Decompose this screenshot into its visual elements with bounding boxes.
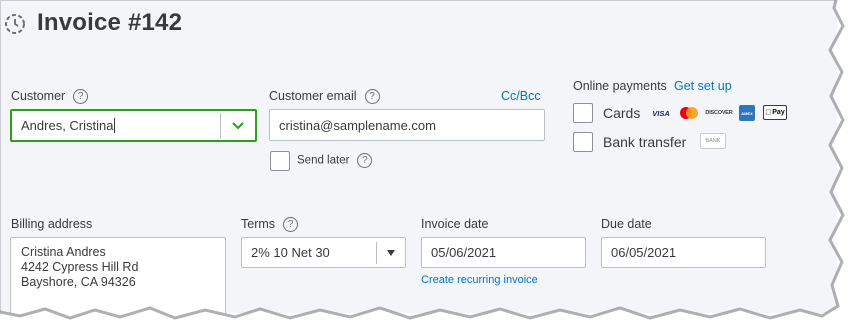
caret-down-icon[interactable] <box>386 249 396 257</box>
invoice-date-input[interactable]: 05/06/2021 <box>421 237 586 268</box>
terms-select[interactable]: 2% 10 Net 30 <box>241 237 406 268</box>
bank-transfer-checkbox[interactable] <box>573 132 593 152</box>
recent-transactions-icon[interactable] <box>3 10 27 38</box>
due-date-label: Due date <box>601 217 652 231</box>
billing-address-line1: Cristina Andres <box>21 245 106 259</box>
invoice-date-value: 05/06/2021 <box>431 245 497 260</box>
cards-checkbox[interactable] <box>573 103 593 123</box>
page-title: Invoice #142 <box>37 9 183 36</box>
customer-help-icon[interactable]: ? <box>73 89 89 105</box>
visa-icon: VISA <box>652 108 670 118</box>
customer-select[interactable]: Andres, Cristina <box>10 109 257 142</box>
billing-address-textarea[interactable]: Cristina Andres 4242 Cypress Hill Rd Bay… <box>10 237 226 313</box>
terms-help-icon[interactable]: ? <box>283 217 299 233</box>
send-later-label: Send later <box>297 154 350 167</box>
invoice-header-panel: Invoice #142 Customer? Andres, Cristina … <box>0 0 837 313</box>
discover-icon: DISCOVER <box>705 110 733 116</box>
chevron-down-icon[interactable] <box>231 120 245 132</box>
billing-address-line2: 4242 Cypress Hill Rd <box>21 260 139 274</box>
due-date-value: 06/05/2021 <box>611 245 677 260</box>
customer-email-label-row: Customer email? <box>269 89 380 105</box>
customer-email-help-icon[interactable]: ? <box>364 89 380 105</box>
billing-address-label: Billing address <box>11 217 93 231</box>
customer-value: Andres, Cristina <box>21 118 114 133</box>
invoice-date-label: Invoice date <box>421 217 489 231</box>
text-cursor <box>114 118 116 133</box>
send-later-help-icon[interactable]: ? <box>357 153 373 168</box>
bank-transfer-label: Bank transfer <box>603 134 687 150</box>
due-date-input[interactable]: 06/05/2021 <box>601 237 766 268</box>
online-payments-label: Online payments <box>573 79 667 93</box>
bank-icon: BANK <box>700 133 726 149</box>
mastercard-icon <box>680 107 698 119</box>
send-later-checkbox[interactable] <box>270 151 290 171</box>
customer-label: Customer <box>11 89 66 103</box>
send-later-label-row: Send later? <box>297 153 373 168</box>
customer-email-value: cristina@samplename.com <box>279 117 436 133</box>
terms-label-row: Terms? <box>241 217 299 233</box>
customer-label-row: Customer? <box>11 89 89 105</box>
amex-icon: AMEX <box>739 105 755 121</box>
billing-address-line3: Bayshore, CA 94326 <box>21 275 136 289</box>
select-divider <box>376 242 377 264</box>
get-set-up-link[interactable]: Get set up <box>674 79 732 93</box>
terms-label: Terms <box>241 217 276 231</box>
select-divider <box>220 113 221 139</box>
terms-value: 2% 10 Net 30 <box>251 245 330 260</box>
cc-bcc-link[interactable]: Cc/Bcc <box>501 89 541 103</box>
apple-pay-icon: Pay <box>763 105 787 120</box>
create-recurring-invoice-link[interactable]: Create recurring invoice <box>421 274 538 286</box>
customer-email-input[interactable]: cristina@samplename.com <box>269 109 545 141</box>
customer-email-label: Customer email <box>269 89 357 103</box>
cards-label: Cards <box>603 105 641 121</box>
